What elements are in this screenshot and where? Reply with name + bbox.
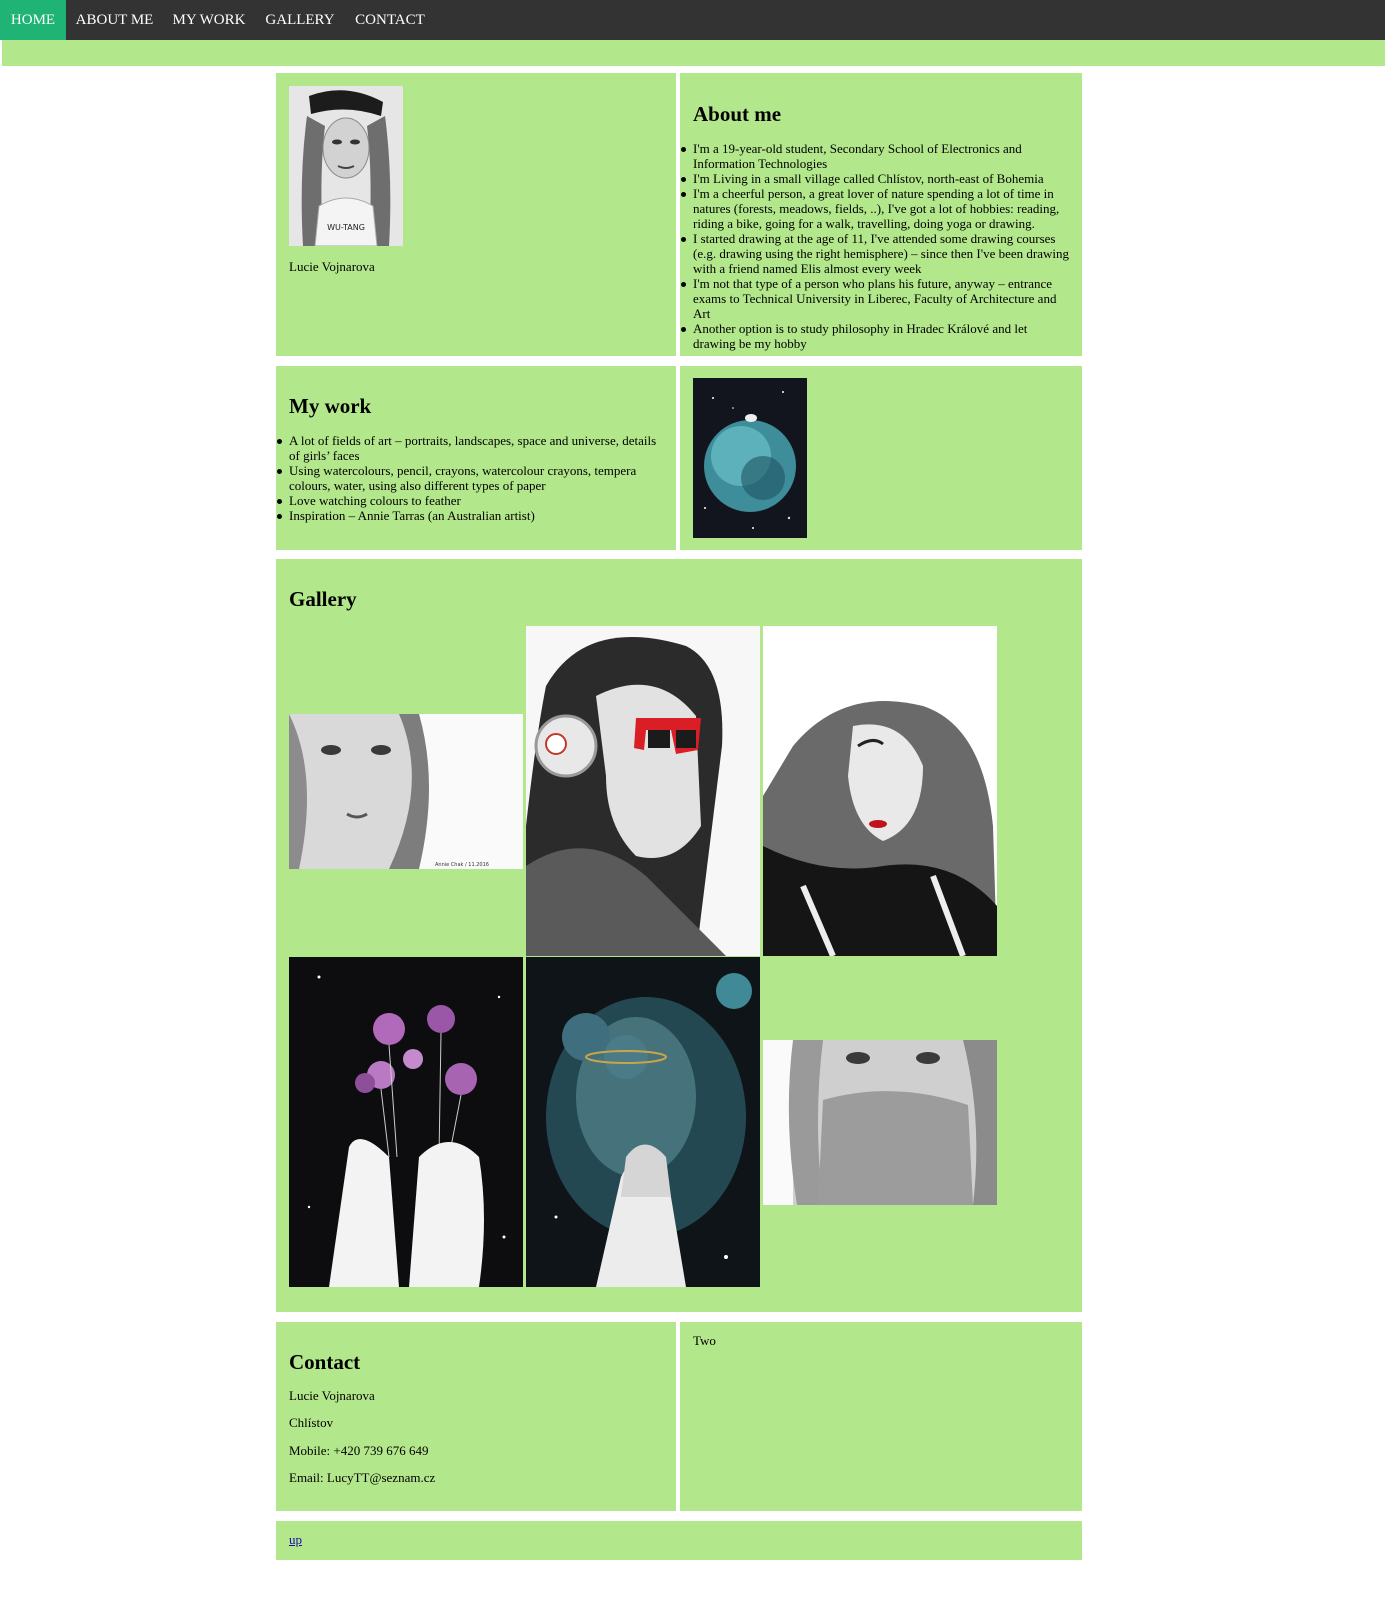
gallery-planets-hands-painting[interactable] bbox=[289, 957, 523, 1287]
list-item: Inspiration – Annie Tarras (an Australia… bbox=[277, 508, 669, 523]
gallery-signature: Annie Chak / 11.2016 bbox=[435, 862, 489, 868]
profile-portrait-image: WU-TANG bbox=[289, 86, 403, 246]
my-work-heading: My work bbox=[289, 394, 372, 418]
contact-second-panel: Two bbox=[680, 1322, 1082, 1511]
gallery-headphones-girl-drawing[interactable] bbox=[526, 626, 760, 956]
gallery-galaxy-girl-painting[interactable] bbox=[526, 957, 760, 1287]
about-me-panel: About me I'm a 19-year-old student, Seco… bbox=[680, 73, 1082, 356]
nav-contact-link[interactable]: CONTACT bbox=[345, 0, 435, 40]
gallery-panel: Gallery Annie Chak / 11.2016 bbox=[276, 559, 1082, 1312]
planet-painting-image bbox=[693, 378, 807, 538]
list-item: A lot of fields of art – portraits, land… bbox=[277, 433, 669, 463]
nav-home-link[interactable]: HOME bbox=[0, 0, 66, 40]
contact-town: Chlístov bbox=[289, 1415, 334, 1430]
list-item: I'm not that type of a person who plans … bbox=[681, 276, 1071, 321]
contact-email: Email: LucyTT@seznam.cz bbox=[289, 1470, 436, 1485]
second-column-text: Two bbox=[693, 1333, 716, 1348]
nav-my-work-link[interactable]: MY WORK bbox=[163, 0, 255, 40]
contact-panel: Contact Lucie Vojnarova Chlístov Mobile:… bbox=[276, 1322, 676, 1511]
top-navigation-bar: HOME ABOUT ME MY WORK GALLERY CONTACT bbox=[0, 0, 1385, 40]
gallery-sweater-girl-sketch[interactable] bbox=[763, 1040, 997, 1205]
gallery-windblown-hair-drawing[interactable] bbox=[763, 626, 997, 956]
profile-panel: WU-TANG Lucie Vojnarova bbox=[276, 73, 676, 356]
my-work-image-panel bbox=[680, 366, 1082, 550]
list-item: Using watercolours, pencil, crayons, wat… bbox=[277, 463, 669, 493]
portrait-shirt-text: WU-TANG bbox=[327, 223, 365, 232]
my-work-panel: My work A lot of fields of art – portrai… bbox=[276, 366, 676, 550]
list-item: I'm a 19-year-old student, Secondary Sch… bbox=[681, 141, 1071, 171]
nav-gallery-link[interactable]: GALLERY bbox=[255, 0, 345, 40]
back-to-top-link[interactable]: up bbox=[289, 1532, 302, 1547]
footer-panel: up bbox=[276, 1521, 1082, 1560]
contact-heading: Contact bbox=[289, 1350, 361, 1374]
list-item: I'm a cheerful person, a great lover of … bbox=[681, 186, 1071, 231]
header-strip bbox=[2, 40, 1385, 66]
contact-name: Lucie Vojnarova bbox=[289, 1388, 375, 1403]
profile-name: Lucie Vojnarova bbox=[289, 259, 375, 274]
about-me-heading: About me bbox=[693, 102, 782, 126]
my-work-list: A lot of fields of art – portraits, land… bbox=[277, 433, 669, 523]
about-me-list: I'm a 19-year-old student, Secondary Sch… bbox=[681, 141, 1071, 351]
list-item: I started drawing at the age of 11, I've… bbox=[681, 231, 1071, 276]
list-item: I'm Living in a small village called Chl… bbox=[681, 171, 1071, 186]
list-item: Another option is to study philosophy in… bbox=[681, 321, 1071, 351]
nav-about-me-link[interactable]: ABOUT ME bbox=[66, 0, 163, 40]
gallery-heading: Gallery bbox=[289, 587, 357, 611]
gallery-girl-face-sketch[interactable]: Annie Chak / 11.2016 bbox=[289, 714, 523, 869]
list-item: Love watching colours to feather bbox=[277, 493, 669, 508]
contact-mobile: Mobile: +420 739 676 649 bbox=[289, 1443, 429, 1458]
